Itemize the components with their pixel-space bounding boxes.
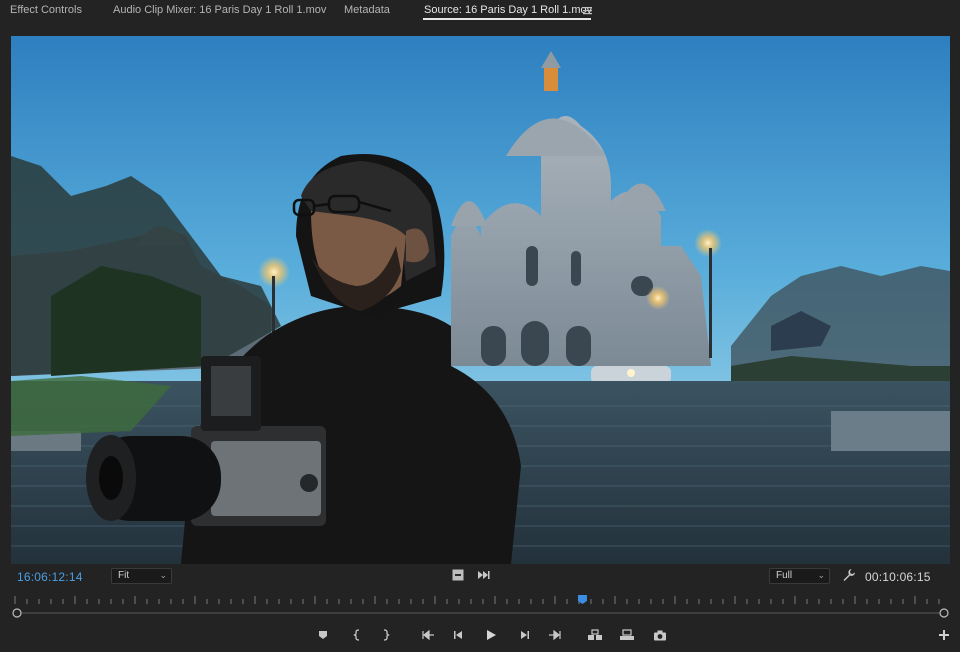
playback-resolution-value: Full <box>776 570 793 581</box>
video-frame-image <box>11 36 950 564</box>
tab-source[interactable]: Source: 16 Paris Day 1 Roll 1.mov <box>424 4 592 16</box>
panel-tab-bar: Effect Controls Audio Clip Mixer: 16 Par… <box>0 0 960 24</box>
duration-timecode: 00:10:06:15 <box>865 570 931 584</box>
go-to-out-button[interactable] <box>547 627 563 643</box>
plus-icon <box>939 630 949 640</box>
tab-effect-controls[interactable]: Effect Controls <box>10 4 82 16</box>
chevron-down-icon: ⌄ <box>817 570 825 580</box>
step-forward-icon <box>518 630 530 640</box>
active-tab-indicator <box>423 18 591 20</box>
chevron-down-icon: ⌄ <box>159 570 167 580</box>
source-monitor-video-frame[interactable] <box>11 36 950 564</box>
time-ruler[interactable] <box>11 594 950 606</box>
step-back-icon <box>453 630 465 640</box>
go-to-in-icon <box>421 630 435 640</box>
zoom-level-value: Fit <box>118 570 130 581</box>
add-marker-button[interactable] <box>315 627 331 643</box>
step-back-button[interactable] <box>451 627 467 643</box>
mark-out-icon <box>382 629 390 641</box>
go-to-out-icon <box>548 630 562 640</box>
go-to-in-button[interactable] <box>420 627 436 643</box>
zoom-level-select[interactable]: Fit ⌄ <box>111 568 172 584</box>
wrench-settings-icon[interactable] <box>842 568 856 585</box>
mark-in-button[interactable] <box>349 627 365 643</box>
overwrite-icon <box>619 629 635 641</box>
tab-metadata[interactable]: Metadata <box>344 4 390 16</box>
insert-button[interactable] <box>587 627 603 643</box>
hamburger-menu-icon[interactable] <box>583 4 592 18</box>
add-marker-icon <box>318 630 328 640</box>
mark-out-button[interactable] <box>378 627 394 643</box>
play-button[interactable] <box>483 627 499 643</box>
step-forward-button[interactable] <box>516 627 532 643</box>
play-icon <box>485 629 497 641</box>
tab-audio-clip-mixer[interactable]: Audio Clip Mixer: 16 Paris Day 1 Roll 1.… <box>113 4 326 16</box>
button-editor-button[interactable] <box>936 627 952 643</box>
playhead-timecode[interactable]: 16:06:12:14 <box>17 570 83 584</box>
playback-resolution-select[interactable]: Full ⌄ <box>769 568 830 584</box>
zoom-handle-left[interactable] <box>12 608 22 618</box>
drop-frame-toggle-icon[interactable] <box>452 569 464 584</box>
export-frame-button[interactable] <box>652 627 668 643</box>
overwrite-button[interactable] <box>619 627 635 643</box>
zoom-scroll-bar[interactable] <box>11 606 950 620</box>
mark-in-icon <box>353 629 361 641</box>
insert-icon <box>587 629 603 641</box>
drag-video-audio-icon[interactable] <box>477 569 491 584</box>
zoom-handle-right[interactable] <box>939 608 949 618</box>
export-frame-icon <box>653 630 667 641</box>
